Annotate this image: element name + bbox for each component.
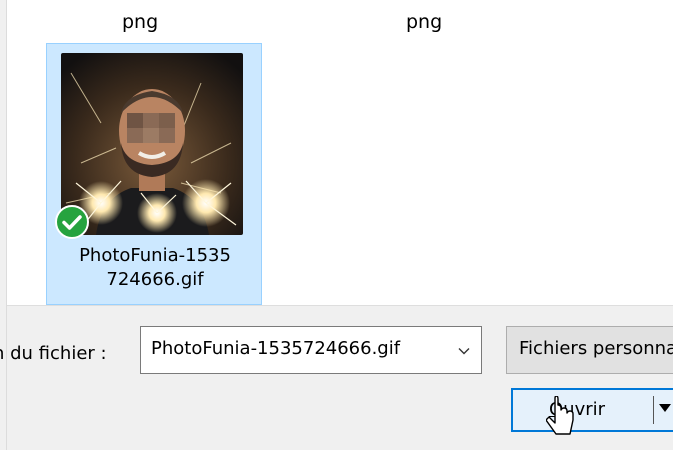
- check-icon: [55, 205, 89, 239]
- filename-value: PhotoFunia-1535724666.gif: [151, 338, 401, 359]
- filetype-value: Fichiers personnalisés: [519, 338, 673, 359]
- file-item-selected[interactable]: PhotoFunia-1535 724666.gif: [46, 43, 262, 305]
- open-button[interactable]: Ouvrir: [511, 388, 673, 432]
- mouse-cursor-icon: [546, 396, 574, 435]
- file-type-label: png: [406, 11, 443, 33]
- dialog-left-edge: [0, 0, 7, 450]
- dropdown-arrow-icon[interactable]: [659, 404, 671, 412]
- open-file-dialog: png png PhotoFunia-1535 724666.gif n du …: [0, 0, 673, 450]
- file-list-view[interactable]: png png PhotoFunia-1535 724666.gif: [7, 0, 673, 305]
- filename-input[interactable]: PhotoFunia-1535724666.gif: [140, 326, 482, 374]
- filetype-dropdown[interactable]: Fichiers personnalisés: [506, 326, 673, 374]
- file-name-line: PhotoFunia-1535: [79, 245, 231, 266]
- split-divider: [653, 396, 654, 424]
- chevron-down-icon[interactable]: [457, 344, 471, 358]
- filename-label: n du fichier :: [0, 343, 107, 364]
- file-name-label: PhotoFunia-1535 724666.gif: [47, 244, 263, 292]
- file-type-label: png: [122, 11, 159, 33]
- file-name-line: 724666.gif: [106, 269, 204, 290]
